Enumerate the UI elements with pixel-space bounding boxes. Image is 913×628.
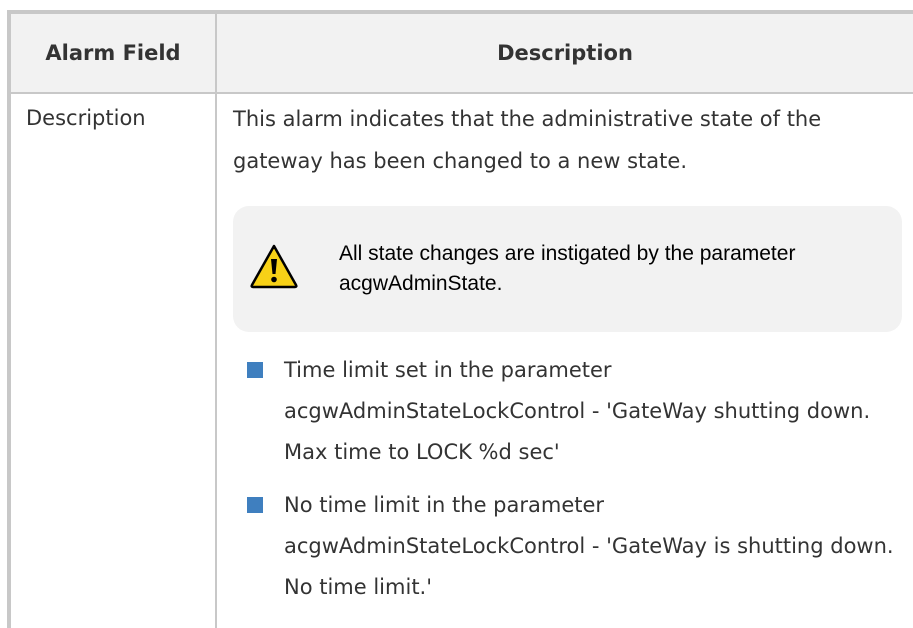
column-divider — [215, 14, 217, 628]
note-box: All state changes are instigated by the … — [233, 206, 902, 332]
bullet-text: No time limit in the parameter acgwAdmin… — [284, 493, 894, 599]
table-header-row: Alarm Field Description — [11, 14, 913, 94]
list-item: No time limit in the parameter acgwAdmin… — [247, 485, 903, 608]
warning-icon — [250, 244, 298, 289]
bullet-list: Time limit set in the parameter acgwAdmi… — [247, 350, 903, 620]
bullet-text: Time limit set in the parameter acgwAdmi… — [284, 358, 871, 464]
note-text: All state changes are instigated by the … — [339, 242, 796, 295]
bullet-marker — [247, 497, 263, 513]
header-description: Description — [497, 41, 633, 65]
header-alarm-field: Alarm Field — [45, 41, 181, 65]
row-field-label: Description — [26, 106, 146, 130]
list-item: Time limit set in the parameter acgwAdmi… — [247, 350, 903, 473]
description-text: This alarm indicates that the administra… — [233, 107, 822, 173]
bullet-marker — [247, 362, 263, 378]
